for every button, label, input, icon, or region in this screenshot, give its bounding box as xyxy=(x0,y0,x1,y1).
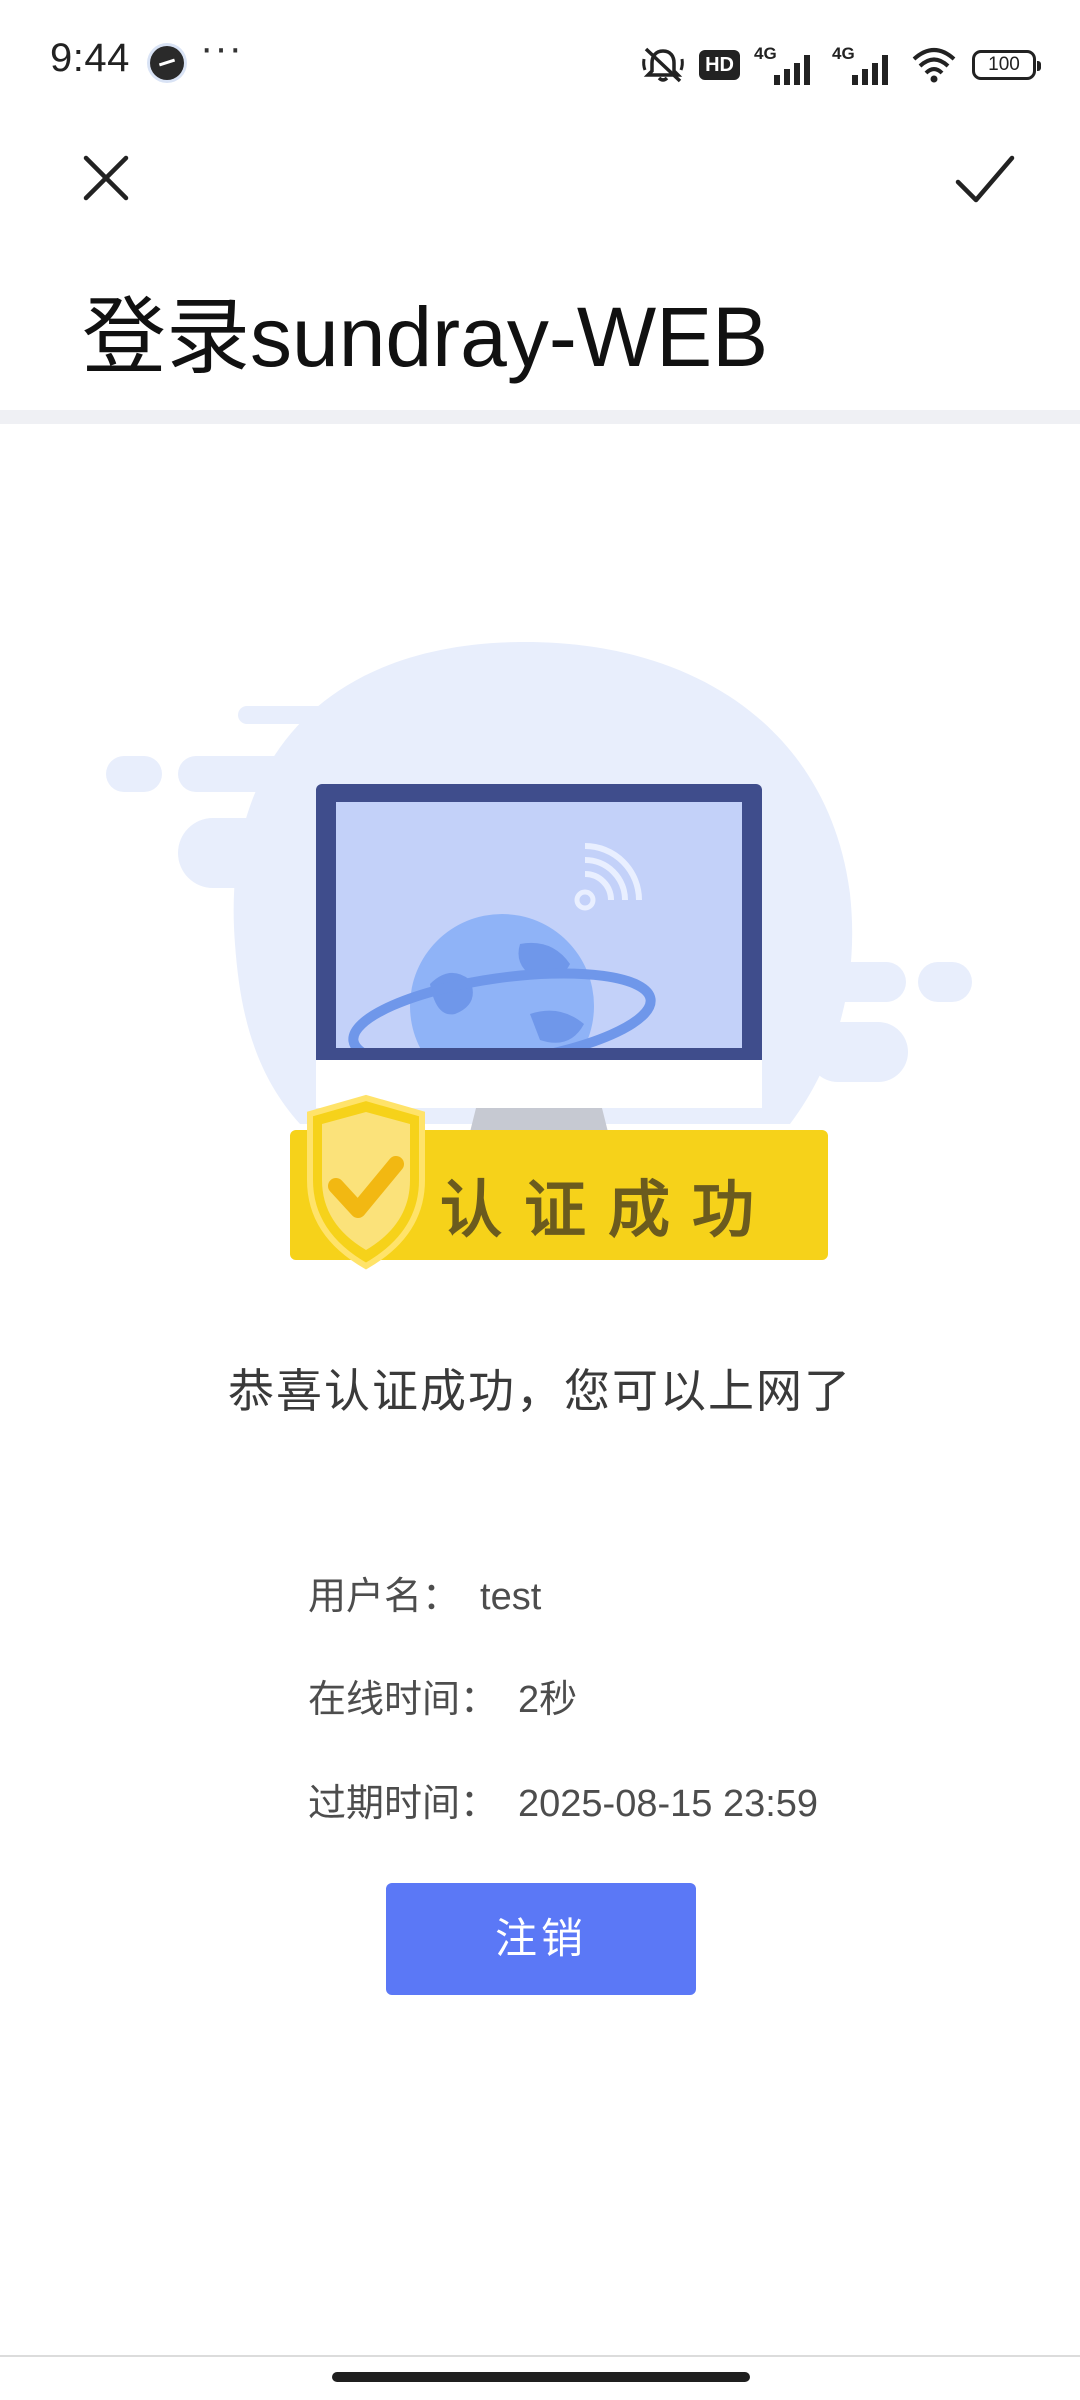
app-notification-icon xyxy=(150,46,184,80)
auth-success-illustration: 认证成功 xyxy=(0,424,1080,1304)
streak-shape xyxy=(178,818,298,888)
status-icons: HD 4G 4G 100 xyxy=(641,40,1041,90)
status-bar: 9:44 ··· HD 4G 4G 100 xyxy=(0,0,1080,128)
close-icon xyxy=(83,155,129,201)
hd-icon: HD xyxy=(699,50,740,80)
confirm-button[interactable] xyxy=(950,148,1020,214)
more-notifications-icon: ··· xyxy=(200,26,243,70)
badge-label: 认证成功 xyxy=(440,1176,777,1245)
online-time-value: 2秒 xyxy=(518,1679,578,1721)
status-time: 9:44 xyxy=(50,36,130,80)
wifi-icon xyxy=(912,48,956,83)
info-row-online-time: 在线时间： 2秒 xyxy=(308,1668,577,1723)
signal-label: 4G xyxy=(754,44,777,63)
check-icon xyxy=(955,155,1015,203)
battery-icon: 100 xyxy=(972,50,1041,80)
streak-shape xyxy=(238,706,418,724)
signal-label: 4G xyxy=(832,44,855,63)
streak-shape xyxy=(822,962,906,1002)
mute-icon xyxy=(642,47,684,83)
bottom-divider xyxy=(0,2355,1080,2357)
streak-shape xyxy=(808,1022,908,1082)
username-value: test xyxy=(480,1576,542,1618)
close-button[interactable] xyxy=(76,148,136,208)
username-label: 用户名： xyxy=(308,1576,461,1618)
online-time-label: 在线时间： xyxy=(308,1679,499,1721)
streak-shape xyxy=(106,756,162,792)
logout-button[interactable]: 注销 xyxy=(386,1883,696,1995)
signal-icon: 4G xyxy=(754,44,810,85)
info-row-username: 用户名： test xyxy=(308,1565,541,1620)
header-divider xyxy=(0,410,1080,424)
info-row-expire-time: 过期时间： 2025-08-15 23:59 xyxy=(308,1772,818,1827)
page-title: 登录sundray-WEB xyxy=(82,290,769,384)
expire-time-value: 2025-08-15 23:59 xyxy=(518,1783,819,1825)
success-message: 恭喜认证成功，您可以上网了 xyxy=(228,1365,852,1417)
home-indicator[interactable] xyxy=(332,2372,750,2382)
signal-icon: 4G xyxy=(832,44,888,85)
streak-shape xyxy=(918,962,972,1002)
expire-time-label: 过期时间： xyxy=(308,1783,499,1825)
